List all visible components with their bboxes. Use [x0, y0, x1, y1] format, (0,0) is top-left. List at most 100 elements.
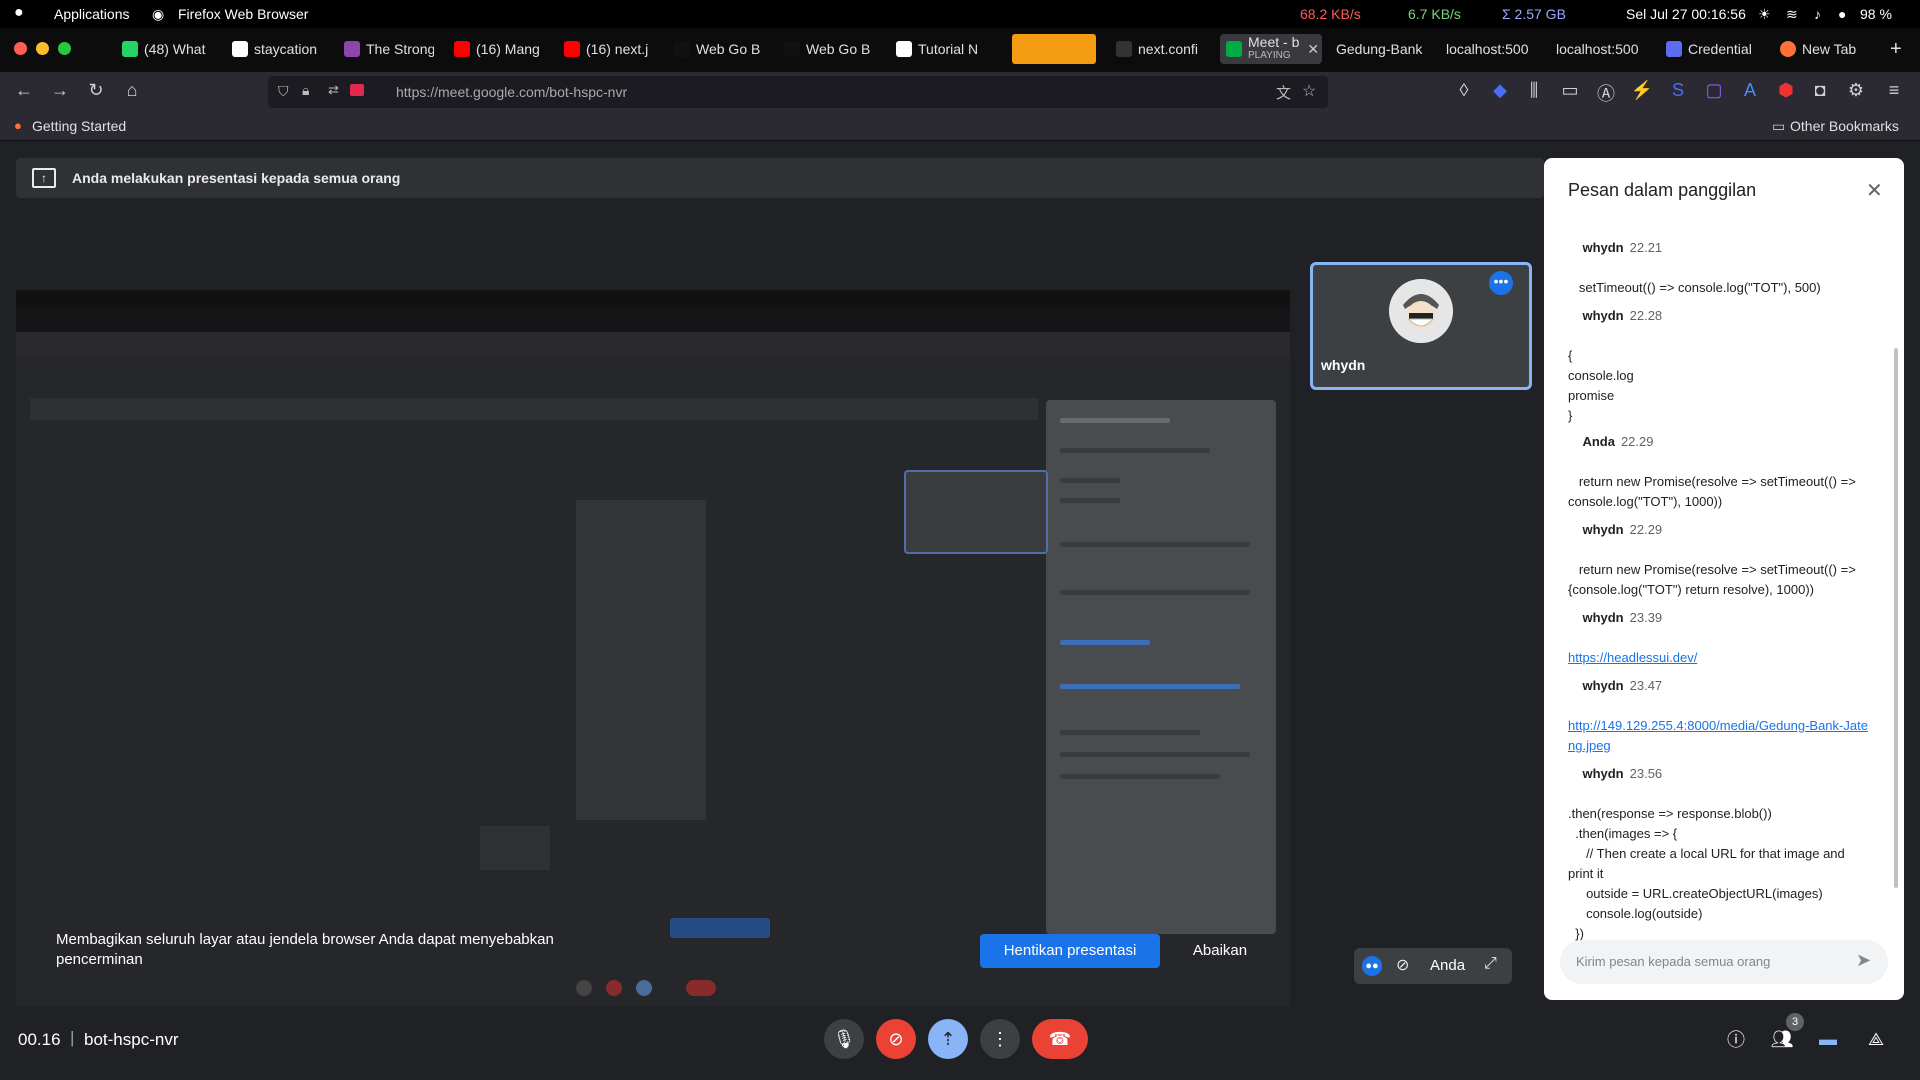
tab-favicon-icon: [784, 41, 800, 57]
tab[interactable]: localhost:500: [1556, 34, 1656, 64]
lock-icon[interactable]: 🔒︎: [302, 82, 309, 99]
new-tab-button[interactable]: +: [1890, 34, 1914, 64]
meeting-details-button[interactable]: ⓘ: [1716, 1019, 1756, 1059]
mirrored-chat-line: [1060, 448, 1210, 453]
reload-icon[interactable]: ↻: [84, 80, 108, 101]
pocket-icon[interactable]: ◊: [1452, 80, 1476, 101]
leave-call-button[interactable]: ☎: [1032, 1019, 1088, 1059]
tab-favicon-icon: [122, 41, 138, 57]
extension-icon[interactable]: S: [1666, 80, 1690, 101]
folder-icon: ▭: [1772, 118, 1786, 134]
screen-sharing-indicator-icon[interactable]: [350, 84, 364, 96]
tab-meet-active[interactable]: Meet - b PLAYING ✕: [1220, 34, 1322, 64]
participant-tile[interactable]: ••• whydn: [1310, 262, 1532, 390]
mirrored-nested-tile: [480, 826, 550, 870]
extension-icon[interactable]: ◆: [1488, 80, 1512, 101]
clock[interactable]: Sel Jul 27 00:16:56: [1626, 6, 1746, 22]
tab[interactable]: Web Go B: [784, 34, 870, 64]
home-icon[interactable]: ⌂: [120, 80, 144, 101]
bookmark-getting-started[interactable]: Getting Started: [32, 118, 126, 134]
shared-screen-preview: [16, 290, 1290, 1006]
library-icon[interactable]: ⫼: [1522, 80, 1546, 101]
present-button[interactable]: ⇡: [928, 1019, 968, 1059]
adblock-icon[interactable]: ⬢: [1774, 80, 1798, 101]
activities-button[interactable]: ⟁: [1856, 1019, 1896, 1059]
other-bookmarks-folder[interactable]: Other Bookmarks: [1790, 118, 1899, 134]
maximize-window-button[interactable]: [58, 42, 71, 55]
mic-status-icon[interactable]: ●: [1838, 6, 1846, 22]
meet-control-bar: 00.16 | bot-hspc-nvr 🎙︎ ⊘ ⇡ ⋮ ☎ ⓘ 👥︎ 3 ▬…: [0, 1010, 1920, 1080]
extension-icon[interactable]: ▢: [1702, 80, 1726, 101]
brightness-icon[interactable]: ☀: [1758, 6, 1771, 23]
chat-button[interactable]: ▬: [1808, 1019, 1848, 1059]
close-tab-icon[interactable]: ✕: [1307, 41, 1319, 58]
extensions-icon[interactable]: ⚙: [1844, 80, 1868, 101]
tab[interactable]: (16) next.j: [564, 34, 654, 64]
tab[interactable]: (48) What: [122, 34, 214, 64]
extension-icon[interactable]: ◘: [1808, 80, 1832, 101]
nextjs-icon: [1116, 41, 1132, 57]
firefox-icon: ◉: [152, 6, 165, 22]
chat-scrollbar[interactable]: [1894, 348, 1898, 888]
send-icon[interactable]: ➤: [1856, 950, 1871, 971]
forward-icon[interactable]: →: [48, 80, 72, 101]
info-icon: ⓘ: [1727, 1030, 1745, 1050]
tab[interactable]: Web Go B: [674, 34, 760, 64]
shield-icon[interactable]: ⛉: [278, 83, 289, 100]
mirrored-chat-line: [1060, 478, 1120, 483]
speaker-playing-icon: [1226, 41, 1242, 57]
chat-icon: ▬: [1819, 1028, 1837, 1049]
tab[interactable]: The Strong: [344, 34, 434, 64]
stop-presenting-button[interactable]: Hentikan presentasi: [980, 934, 1160, 968]
camera-button[interactable]: ⊘: [876, 1019, 916, 1059]
share-warning-text: Membagikan seluruh layar atau jendela br…: [56, 931, 554, 968]
more-vert-icon: ⋮: [991, 1028, 1009, 1049]
battery-indicator[interactable]: 98 %: [1860, 6, 1892, 22]
extension-icon[interactable]: ⚡: [1630, 80, 1654, 101]
dismiss-button[interactable]: Abaikan: [1170, 934, 1270, 968]
tab[interactable]: next.confi: [1116, 34, 1206, 64]
people-button[interactable]: 👥︎ 3: [1762, 1013, 1804, 1059]
applications-menu[interactable]: Applications: [54, 6, 130, 22]
expand-icon[interactable]: ⤢: [1484, 955, 1497, 973]
translate-icon[interactable]: 文: [1276, 82, 1291, 103]
more-options-button[interactable]: ⋮: [980, 1019, 1020, 1059]
menu-icon[interactable]: ≡: [1882, 80, 1906, 101]
account-icon[interactable]: Ⓐ: [1594, 80, 1618, 106]
close-window-button[interactable]: [14, 42, 27, 55]
bookmark-star-icon[interactable]: ☆: [1302, 81, 1316, 101]
tab[interactable]: (16) Mang: [454, 34, 544, 64]
avatar: [1389, 279, 1453, 343]
address-bar[interactable]: ⛉ 🔒︎ ⇄ https://meet.google.com/bot-hspc-…: [268, 76, 1328, 108]
minimize-window-button[interactable]: [36, 42, 49, 55]
participant-name: whydn: [1321, 357, 1366, 373]
tab[interactable]: New Tab: [1780, 34, 1876, 64]
tab[interactable]: Credential: [1666, 34, 1766, 64]
tab-favicon-icon: [1666, 41, 1682, 57]
tab[interactable]: staycation: [232, 34, 328, 64]
present-screen-icon: ↑: [32, 168, 56, 188]
youtube-icon: [454, 41, 470, 57]
wifi-icon[interactable]: ≋: [1786, 6, 1798, 23]
mirrored-chat-line: [1060, 542, 1250, 547]
url-text[interactable]: https://meet.google.com/bot-hspc-nvr: [396, 84, 627, 100]
extension-toolbar-popup[interactable]: [1012, 34, 1096, 64]
sidebar-icon[interactable]: ▭: [1558, 80, 1582, 101]
back-icon[interactable]: ←: [12, 80, 36, 101]
more-options-icon[interactable]: •••: [1489, 271, 1513, 295]
memory-indicator: Σ 2.57 GB: [1502, 6, 1566, 22]
self-view-pill[interactable]: ●● ⊘ Anda ⤢: [1354, 948, 1512, 984]
tab[interactable]: Tutorial N: [896, 34, 984, 64]
permissions-icon[interactable]: ⇄: [328, 82, 339, 98]
tab[interactable]: localhost:500: [1446, 34, 1546, 64]
close-icon[interactable]: ✕: [1866, 178, 1883, 203]
extension-icon[interactable]: A: [1738, 80, 1762, 101]
chat-panel: Pesan dalam panggilan ✕ whydn 22.21 setTi…: [1544, 158, 1904, 1000]
mirrored-participant-tile: [904, 470, 1048, 554]
tab[interactable]: Gedung-Bank: [1336, 34, 1440, 64]
chat-input[interactable]: Kirim pesan kepada semua orang ➤: [1560, 940, 1888, 984]
chat-input-placeholder: Kirim pesan kepada semua orang: [1576, 954, 1771, 969]
apple-icon[interactable]: ●: [14, 4, 24, 22]
microphone-button[interactable]: 🎙︎: [824, 1019, 864, 1059]
volume-icon[interactable]: ♪: [1814, 6, 1821, 22]
